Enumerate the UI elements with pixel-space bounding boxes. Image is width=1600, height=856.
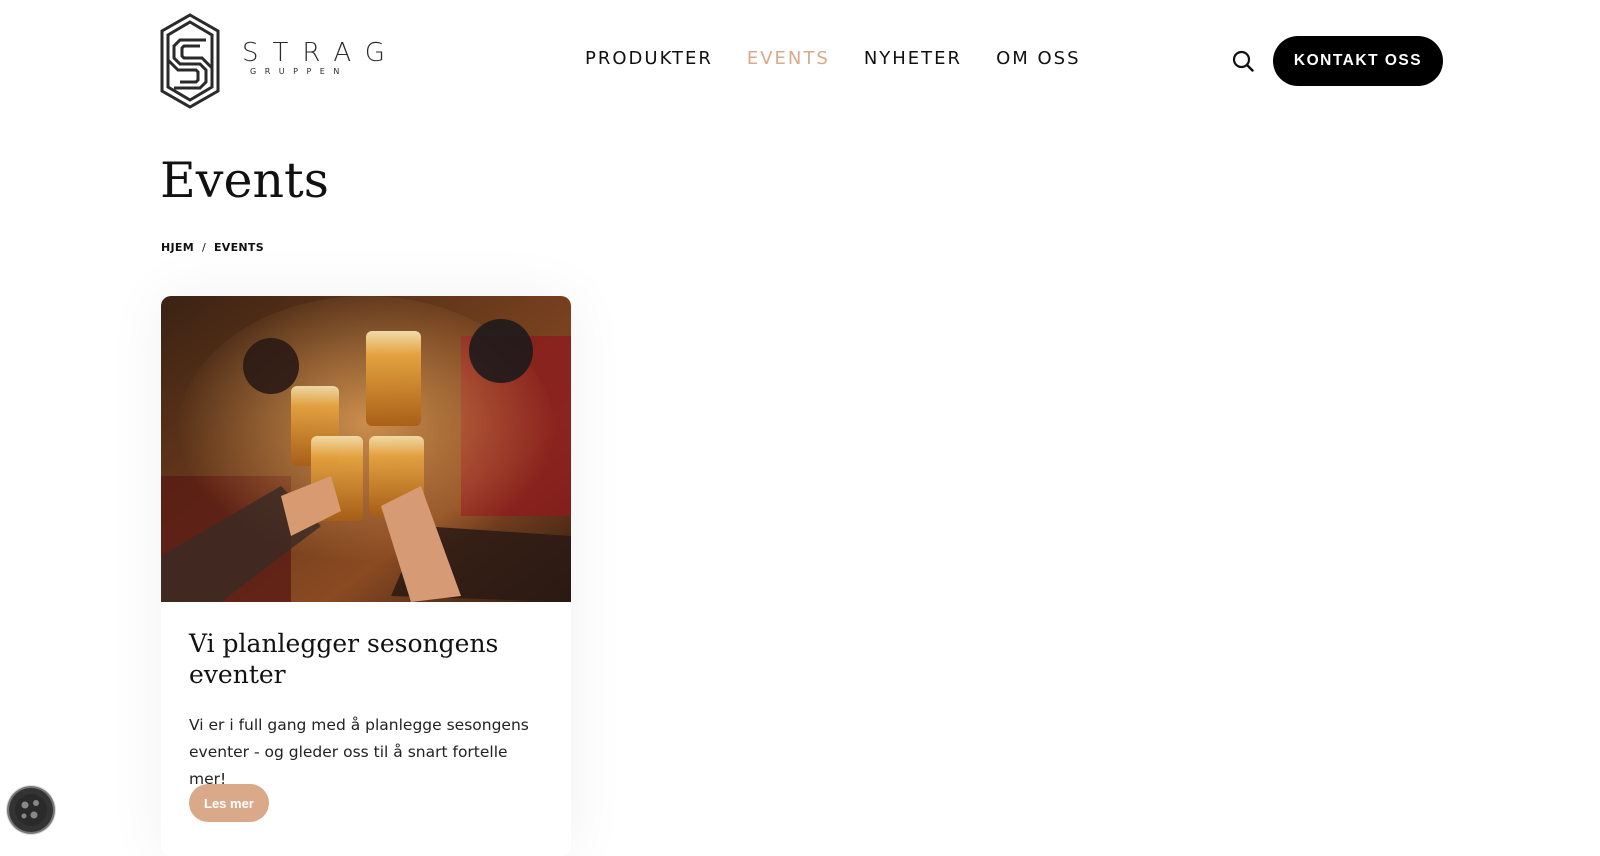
- main-nav: PRODUKTER EVENTS NYHETER OM OSS: [585, 48, 1115, 69]
- nav-item-produkter[interactable]: PRODUKTER: [585, 48, 713, 69]
- read-more-button[interactable]: Les mer: [189, 784, 269, 822]
- event-card[interactable]: Vi planlegger sesongens eventer Vi er i …: [161, 296, 571, 856]
- nav-item-nyheter[interactable]: NYHETER: [864, 48, 962, 69]
- breadcrumb-current: EVENTS: [213, 241, 264, 254]
- breadcrumb-home[interactable]: HJEM: [161, 241, 194, 254]
- cookie-icon: [15, 794, 47, 826]
- logo-wordmark: STRAG: [242, 38, 399, 68]
- breadcrumb-separator: /: [201, 241, 206, 254]
- contact-button[interactable]: KONTAKT OSS: [1273, 36, 1443, 86]
- cookie-settings-button[interactable]: [9, 788, 53, 832]
- logo-subtitle: GRUPPEN: [250, 67, 348, 76]
- nav-item-om-oss[interactable]: OM OSS: [996, 48, 1080, 69]
- page-title: Events: [160, 152, 329, 209]
- card-text: Vi er i full gang med å planlegge sesong…: [189, 716, 529, 788]
- search-icon[interactable]: [1232, 50, 1254, 72]
- breadcrumb: HJEM / EVENTS: [161, 241, 264, 254]
- site-header: STRAG GRUPPEN PRODUKTER EVENTS NYHETER O…: [0, 0, 1600, 122]
- card-title[interactable]: Vi planlegger sesongens eventer: [189, 628, 549, 690]
- beer-toast-image[interactable]: [161, 296, 571, 602]
- nav-item-events[interactable]: EVENTS: [747, 48, 830, 69]
